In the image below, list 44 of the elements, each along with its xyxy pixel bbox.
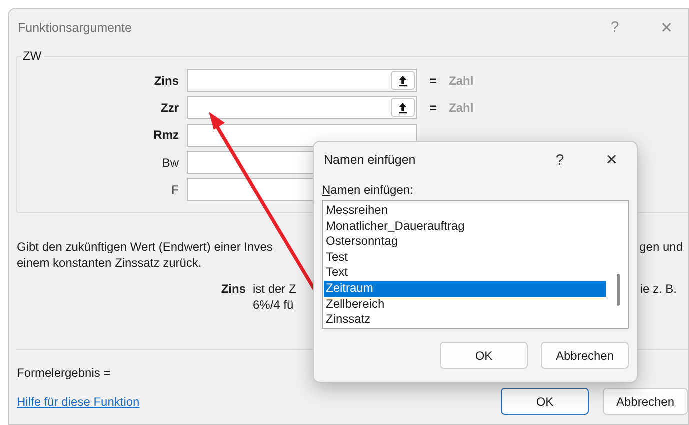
popup-title: Namen einfügen bbox=[324, 153, 417, 167]
argument-label: Bw bbox=[161, 156, 179, 170]
names-list[interactable]: Messreihen Monatlicher_Dauerauftrag Ostersonntag Test Text Zeitraum Zellbereich Zinssatz bbox=[322, 200, 629, 329]
window-title: Funktionsargumente bbox=[18, 20, 133, 34]
list-item[interactable]: Text bbox=[324, 265, 606, 281]
scrollbar-thumb[interactable] bbox=[617, 274, 620, 306]
argument-result: Zahl bbox=[449, 100, 474, 115]
collapse-button[interactable] bbox=[391, 98, 415, 118]
ok-button[interactable]: OK bbox=[440, 342, 528, 369]
help-link[interactable]: Hilfe für diese Funktion bbox=[17, 394, 501, 409]
argument-result: Zahl bbox=[449, 74, 474, 88]
formula-result-label: Formelergebnis = bbox=[17, 366, 111, 380]
argument-label: Zins bbox=[153, 74, 179, 88]
upload-icon bbox=[398, 74, 408, 87]
list-item[interactable]: Test bbox=[324, 250, 606, 266]
help-button[interactable]: ? bbox=[545, 147, 575, 173]
cancel-button[interactable]: Abbrechen bbox=[603, 388, 688, 416]
list-item[interactable]: Ostersonntag bbox=[324, 234, 606, 250]
argument-field[interactable] bbox=[187, 69, 417, 92]
close-button[interactable]: ✕ bbox=[597, 147, 627, 173]
description-text: einem konstanten Zinssatz zurück. bbox=[17, 255, 202, 272]
list-item[interactable]: Messreihen bbox=[324, 203, 606, 219]
argument-help-text: 6%/4 fü bbox=[253, 297, 294, 314]
argument-help-text: ist der Z bbox=[253, 281, 296, 298]
description-text: Gibt den zukünftigen Wert (Endwert) einer Inves bbox=[17, 239, 273, 256]
group-title: ZW bbox=[22, 49, 43, 63]
argument-help-text: ie z. B. bbox=[640, 281, 677, 298]
equals-sign: = bbox=[430, 74, 438, 88]
argument-field[interactable] bbox=[187, 96, 417, 120]
list-item[interactable]: Zinssatz bbox=[324, 312, 606, 328]
collapse-button[interactable] bbox=[391, 71, 415, 90]
ok-button[interactable]: OK bbox=[501, 388, 589, 416]
equals-sign: = bbox=[430, 100, 438, 115]
argument-label: Zzr bbox=[160, 100, 179, 115]
argument-label: F bbox=[170, 182, 179, 197]
argument-name: Zins bbox=[220, 281, 246, 298]
cancel-button[interactable]: Abbrechen bbox=[541, 342, 629, 369]
list-label: Namen einfügen: bbox=[322, 183, 414, 197]
upload-icon bbox=[398, 102, 408, 114]
list-item[interactable]: Zellbereich bbox=[324, 296, 606, 312]
list-item[interactable]: Zeitraum bbox=[324, 280, 606, 297]
list-item[interactable]: Monatlicher_Dauerauftrag bbox=[324, 218, 606, 234]
argument-label: Rmz bbox=[152, 128, 179, 142]
description-text: gen und bbox=[640, 239, 683, 256]
